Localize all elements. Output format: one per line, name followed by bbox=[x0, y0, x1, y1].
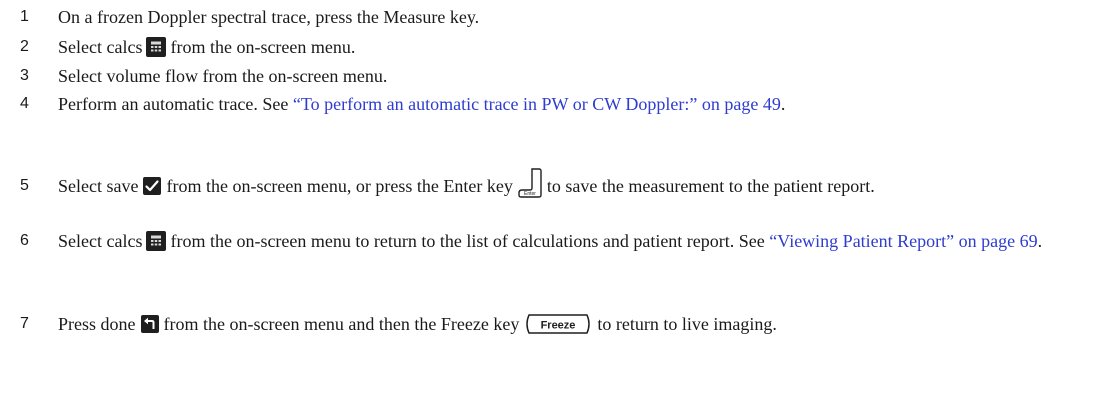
checkmark-icon bbox=[142, 176, 162, 196]
step-number: 2 bbox=[20, 38, 29, 55]
calculator-icon bbox=[146, 230, 167, 251]
enter-key-icon: Enter bbox=[516, 168, 544, 198]
freeze-key-icon: Freeze bbox=[523, 313, 593, 335]
step-number: 6 bbox=[20, 232, 29, 249]
svg-text:Freeze: Freeze bbox=[541, 319, 576, 331]
back-arrow-icon bbox=[140, 314, 160, 334]
step-number: 1 bbox=[20, 8, 29, 25]
instruction-list: 1 On a frozen Doppler spectral trace, pr… bbox=[0, 0, 1117, 395]
page-link[interactable]: “To perform an automatic trace in PW or … bbox=[293, 94, 781, 114]
step-text: Select save from the on-screen menu, or p… bbox=[58, 168, 1108, 199]
calculator-icon bbox=[146, 36, 167, 57]
step-text: Select calcs from the on-screen menu to r… bbox=[58, 230, 1043, 251]
page-link[interactable]: “Viewing Patient Report” on page 69 bbox=[769, 231, 1037, 251]
step-text: Press done from the on-screen menu and th… bbox=[58, 313, 777, 335]
step-number: 5 bbox=[20, 177, 29, 194]
step-text: Select volume flow from the on-screen me… bbox=[58, 66, 388, 86]
step-number: 3 bbox=[20, 67, 29, 84]
svg-text:Enter: Enter bbox=[524, 191, 536, 197]
step-text: On a frozen Doppler spectral trace, pres… bbox=[58, 7, 480, 27]
step-number: 7 bbox=[20, 315, 29, 332]
step-text: Select calcs from the on-screen menu. bbox=[58, 36, 356, 57]
step-number: 4 bbox=[20, 95, 29, 112]
step-text: Perform an automatic trace. See “To perf… bbox=[58, 94, 786, 114]
